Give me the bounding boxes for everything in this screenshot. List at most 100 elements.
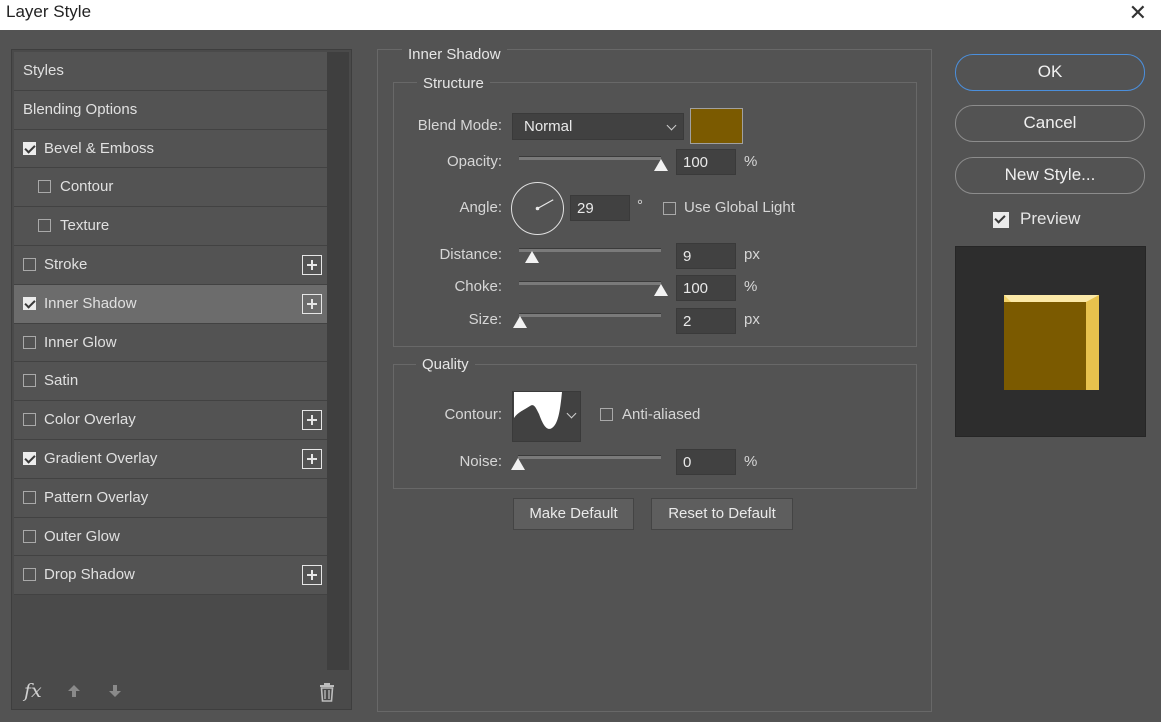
style-checkbox-gradient-overlay[interactable]: [23, 451, 36, 465]
add-effect-icon[interactable]: [302, 410, 322, 431]
style-checkbox-outer-glow[interactable]: [23, 529, 36, 543]
styles-scrollbar[interactable]: [327, 52, 349, 670]
style-checkbox-color-overlay[interactable]: [23, 413, 36, 427]
new-style-button[interactable]: New Style...: [955, 157, 1145, 194]
opacity-label: Opacity:: [446, 153, 502, 170]
choke-input[interactable]: 100: [676, 275, 736, 301]
reset-to-default-button[interactable]: Reset to Default: [651, 498, 793, 530]
choke-slider-thumb[interactable]: [654, 284, 668, 296]
styles-list: Styles Blending Options Bevel & Emboss Cont…: [14, 52, 327, 596]
style-item-label: Stroke: [44, 255, 88, 273]
distance-slider-track: [519, 248, 661, 252]
size-slider-track: [519, 313, 661, 317]
style-checkbox-inner-shadow[interactable]: [23, 296, 36, 310]
noise-input[interactable]: 0: [676, 449, 736, 475]
style-item-texture[interactable]: Texture: [14, 207, 327, 246]
noise-slider-thumb[interactable]: [511, 458, 525, 470]
styles-toolbar: fx: [12, 670, 351, 710]
style-item-color-overlay[interactable]: Color Overlay: [14, 401, 327, 440]
size-unit: px: [744, 311, 760, 328]
style-item-satin[interactable]: Satin: [14, 362, 327, 402]
style-item-label: Inner Glow: [44, 333, 117, 351]
style-item-stroke[interactable]: Stroke: [14, 245, 327, 285]
style-item-label: Color Overlay: [44, 411, 136, 429]
style-item-label: Styles: [23, 62, 64, 79]
style-item-label: Satin: [44, 372, 79, 390]
opacity-slider-thumb[interactable]: [654, 159, 668, 171]
add-effect-icon[interactable]: [302, 254, 322, 275]
contour-picker[interactable]: [512, 391, 581, 442]
angle-input[interactable]: 29: [570, 195, 630, 221]
close-icon[interactable]: ✕: [1129, 0, 1147, 26]
style-item-label: Drop Shadow: [44, 566, 135, 584]
style-checkbox-contour[interactable]: [38, 180, 51, 194]
inner-shadow-title: Inner Shadow: [402, 46, 507, 63]
opacity-input[interactable]: 100: [676, 149, 736, 175]
anti-aliased-label: Anti-aliased: [622, 406, 701, 423]
distance-unit: px: [744, 246, 760, 263]
distance-slider-thumb[interactable]: [524, 251, 539, 263]
noise-label: Noise:: [459, 453, 502, 470]
make-default-button[interactable]: Make Default: [513, 498, 634, 530]
style-item-label: Contour: [60, 178, 114, 196]
distance-input[interactable]: 9: [676, 243, 736, 269]
move-down-icon[interactable]: [108, 684, 122, 698]
style-checkbox-drop-shadow[interactable]: [23, 568, 36, 582]
anti-aliased-checkbox[interactable]: [600, 408, 613, 421]
chevron-down-icon: [666, 120, 677, 131]
style-item-contour[interactable]: Contour: [14, 168, 327, 208]
add-effect-icon[interactable]: [302, 448, 322, 469]
preview-thumbnail: [1004, 295, 1099, 390]
style-item-inner-glow[interactable]: Inner Glow: [14, 323, 327, 363]
style-item-drop-shadow[interactable]: Drop Shadow: [14, 556, 327, 596]
contour-label: Contour:: [444, 406, 502, 423]
add-effect-icon[interactable]: [302, 565, 322, 586]
style-checkbox-pattern-overlay[interactable]: [23, 490, 36, 504]
noise-unit: %: [744, 453, 758, 470]
style-checkbox-satin[interactable]: [23, 374, 36, 388]
preview-checkbox[interactable]: [993, 212, 1009, 228]
quality-group: [393, 364, 917, 489]
style-item-label: Texture: [60, 217, 110, 235]
style-item-bevel-and-emboss[interactable]: Bevel & Emboss: [14, 129, 327, 169]
blend-mode-value: Normal: [524, 118, 573, 135]
style-item-pattern-overlay[interactable]: Pattern Overlay: [14, 478, 327, 518]
fx-menu-button[interactable]: fx: [24, 680, 42, 702]
style-item-outer-glow[interactable]: Outer Glow: [14, 517, 327, 557]
blend-mode-select[interactable]: Normal: [512, 113, 684, 140]
add-effect-icon[interactable]: [302, 293, 322, 314]
opacity-slider[interactable]: [519, 156, 668, 171]
trash-icon[interactable]: [318, 682, 336, 702]
choke-unit: %: [744, 278, 758, 295]
ok-button[interactable]: OK: [955, 54, 1145, 91]
style-item-label: Pattern Overlay: [44, 488, 149, 506]
title-bar: Layer Style ✕: [0, 0, 1161, 30]
style-item-gradient-overlay[interactable]: Gradient Overlay: [14, 439, 327, 479]
angle-dial[interactable]: [511, 182, 564, 235]
size-slider[interactable]: [513, 313, 661, 328]
style-checkbox-inner-glow[interactable]: [23, 335, 36, 349]
move-up-icon[interactable]: [67, 684, 81, 698]
style-item-inner-shadow[interactable]: Inner Shadow: [14, 284, 327, 324]
style-checkbox-stroke[interactable]: [23, 257, 36, 271]
style-checkbox-bevel-and-emboss[interactable]: [23, 141, 36, 155]
distance-slider[interactable]: [519, 248, 661, 263]
style-item-label: Blending Options: [23, 100, 138, 118]
style-item-styles[interactable]: Styles: [14, 52, 327, 91]
angle-needle-icon: [535, 199, 554, 211]
preview-label: Preview: [1020, 209, 1081, 228]
noise-slider[interactable]: [511, 455, 661, 470]
style-checkbox-texture[interactable]: [38, 219, 51, 233]
choke-slider[interactable]: [519, 281, 668, 296]
styles-panel: Styles Blending Options Bevel & Emboss Cont…: [11, 49, 352, 710]
shadow-color-swatch[interactable]: [690, 108, 743, 144]
structure-title: Structure: [417, 75, 490, 92]
chevron-down-icon: [566, 408, 577, 419]
style-preview: [955, 246, 1146, 437]
use-global-light-checkbox[interactable]: [663, 202, 676, 215]
angle-unit: °: [637, 197, 643, 214]
size-slider-thumb[interactable]: [513, 316, 528, 328]
cancel-button[interactable]: Cancel: [955, 105, 1145, 142]
style-item-blending-options[interactable]: Blending Options: [14, 90, 327, 130]
size-input[interactable]: 2: [676, 308, 736, 334]
